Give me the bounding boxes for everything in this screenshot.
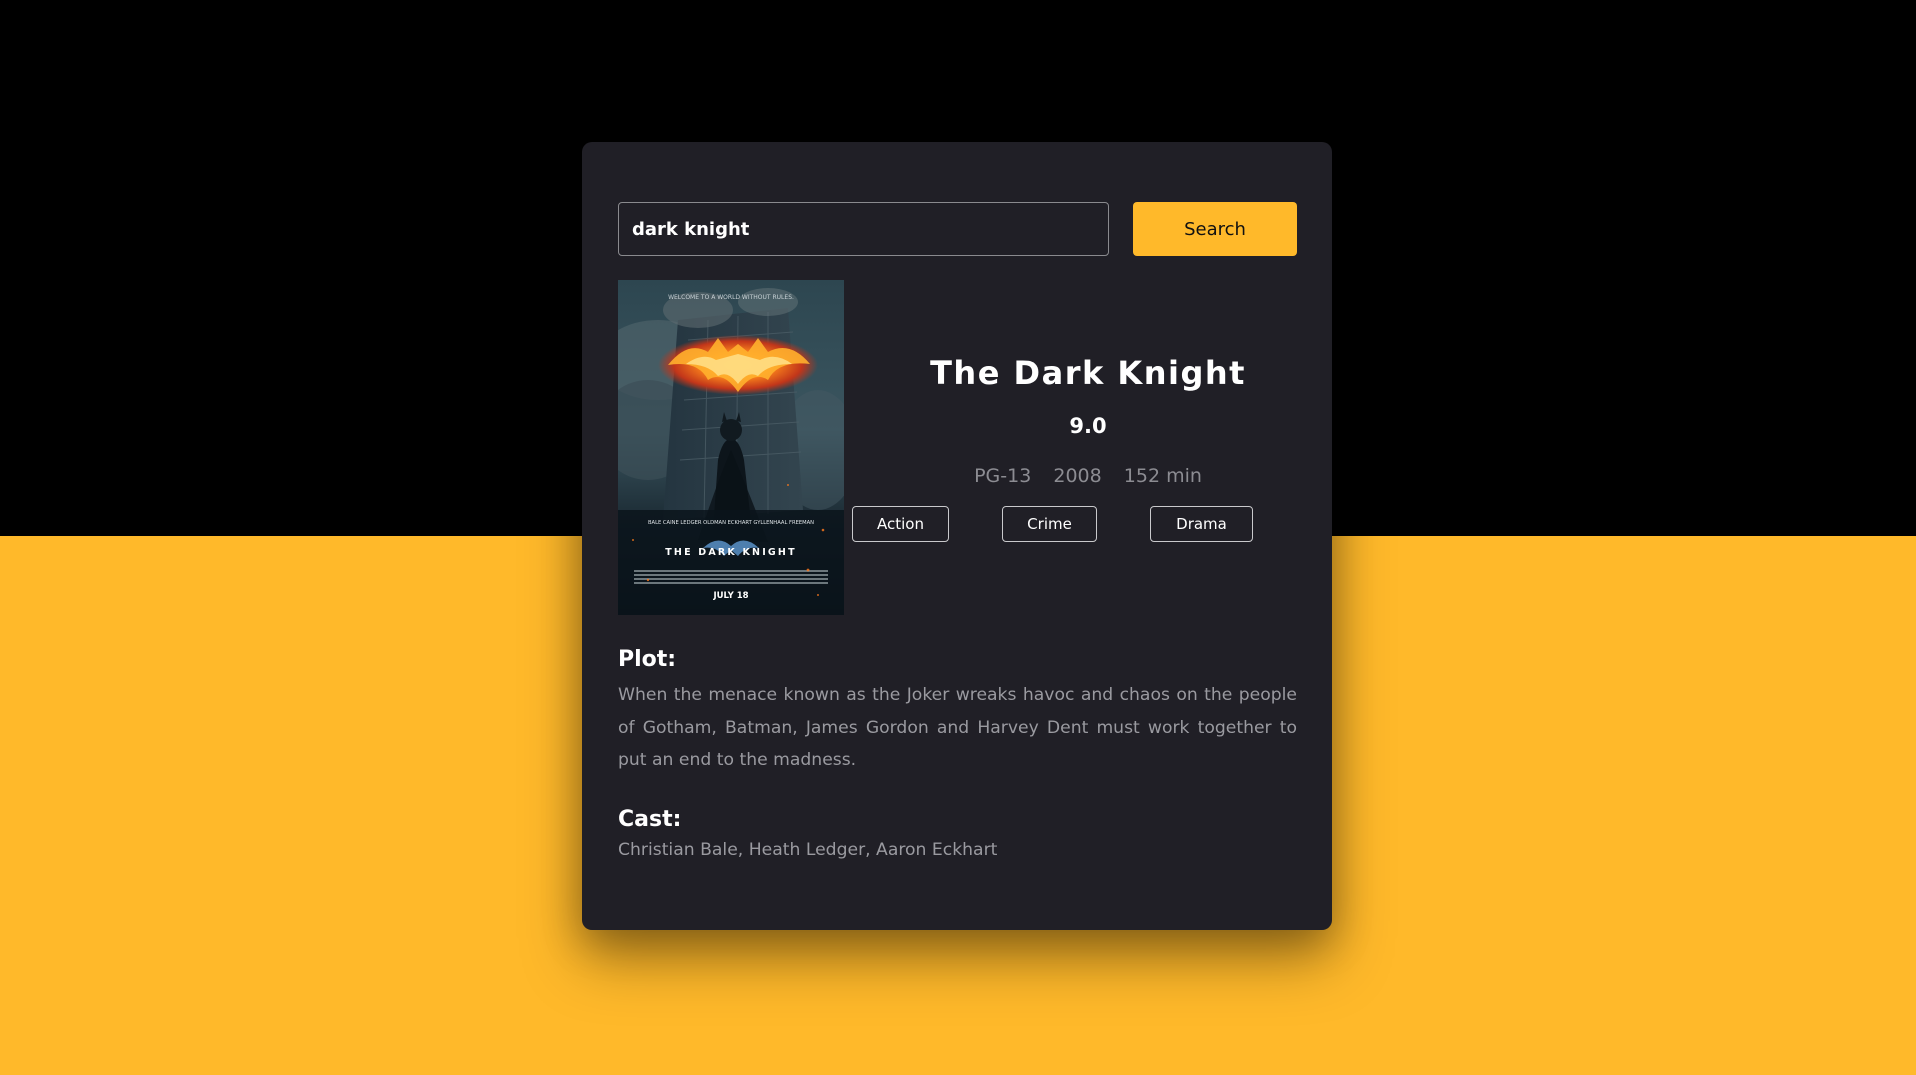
search-bar: Search bbox=[618, 202, 1297, 256]
movie-rating: 9.0 bbox=[1069, 414, 1107, 438]
poster-image: WELCOME TO A WORLD WITHOUT RULES. BALE C… bbox=[618, 280, 844, 615]
cast-text: Christian Bale, Heath Ledger, Aaron Eckh… bbox=[618, 840, 998, 860]
poster-credits: BALE CAINE LEDGER OLDMAN ECKHART GYLLENH… bbox=[648, 520, 814, 526]
movie-title: The Dark Knight bbox=[930, 354, 1246, 392]
genre-tag-drama: Drama bbox=[1150, 506, 1253, 542]
movie-card: Search bbox=[582, 142, 1332, 930]
poster-release-date: JULY 18 bbox=[712, 591, 748, 601]
poster-title: THE DARK KNIGHT bbox=[665, 547, 797, 558]
movie-meta: PG-13 2008 152 min bbox=[844, 465, 1332, 487]
movie-rated: PG-13 bbox=[974, 465, 1032, 487]
movie-info: The Dark Knight 9.0 PG-13 2008 152 min A… bbox=[844, 280, 1332, 615]
movie-year: 2008 bbox=[1053, 465, 1102, 487]
poster-tagline: WELCOME TO A WORLD WITHOUT RULES. bbox=[668, 294, 794, 301]
movie-runtime: 152 min bbox=[1123, 465, 1202, 487]
plot-heading: Plot: bbox=[618, 647, 677, 672]
movie-poster: WELCOME TO A WORLD WITHOUT RULES. BALE C… bbox=[618, 280, 844, 615]
plot-text: When the menace known as the Joker wreak… bbox=[618, 685, 1297, 770]
genre-tag-action: Action bbox=[852, 506, 949, 542]
genre-tag-crime: Crime bbox=[1002, 506, 1097, 542]
search-input[interactable] bbox=[618, 202, 1109, 256]
search-button[interactable]: Search bbox=[1133, 202, 1297, 256]
cast-heading: Cast: bbox=[618, 807, 682, 832]
